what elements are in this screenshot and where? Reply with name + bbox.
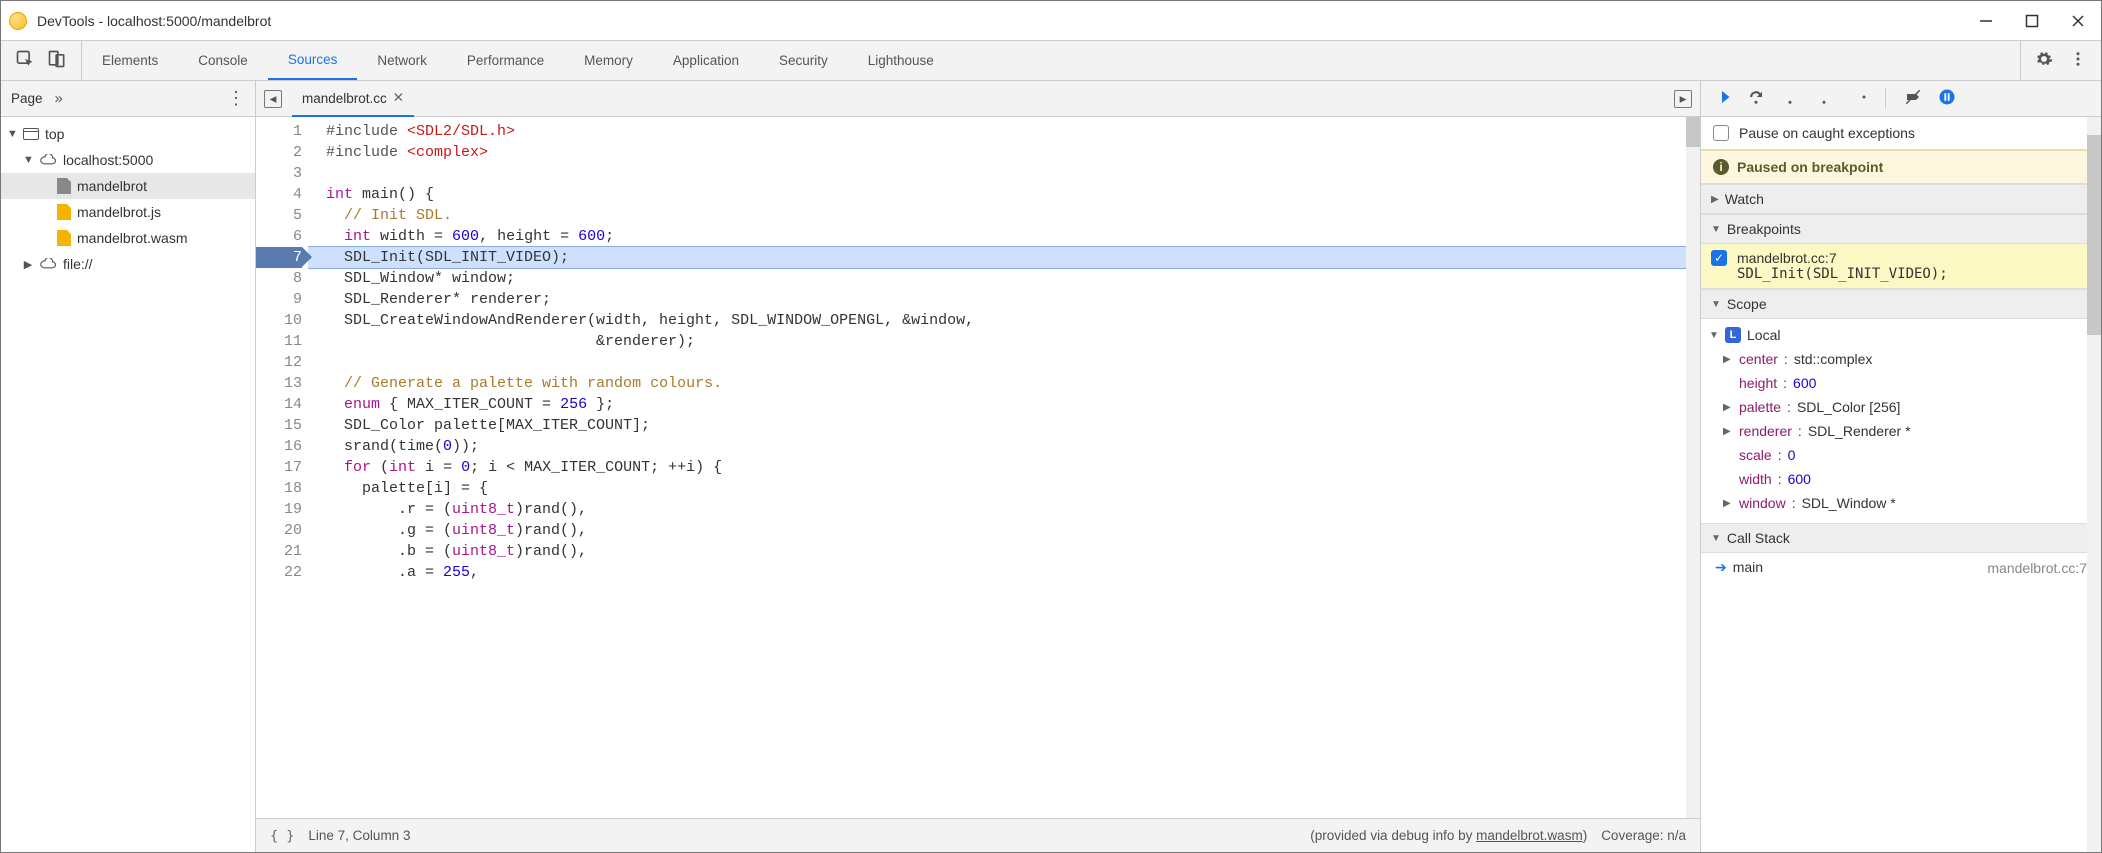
tab-lighthouse[interactable]: Lighthouse [848,41,954,80]
pause-exceptions-icon[interactable] [1938,88,1956,109]
navigator-menu-icon[interactable]: ⋮ [227,88,245,109]
tree-node-host[interactable]: ▼ localhost:5000 [1,147,255,173]
info-icon: i [1713,159,1729,175]
editor-pane: ◂ mandelbrot.cc ✕ ▸ 12345678910111213141… [256,81,1701,852]
local-badge-icon: L [1725,327,1741,343]
tree-file-mandelbrot-js[interactable]: mandelbrot.js [1,199,255,225]
debuginfo-source: (provided via debug info by mandelbrot.w… [1310,828,1587,843]
cloud-icon [39,154,57,166]
tab-console[interactable]: Console [178,41,268,80]
file-icon [57,230,71,246]
kebab-menu-icon[interactable] [2069,50,2087,71]
main-area: Page » ⋮ ▼ top ▼ localhost:5000 mandelbr… [1,81,2101,852]
paused-status: i Paused on breakpoint [1701,150,2101,184]
scope-var-window[interactable]: ▶window: SDL_Window * [1709,491,2093,515]
window-title: DevTools - localhost:5000/mandelbrot [37,13,1977,29]
debugger-scrollbar[interactable] [2087,117,2101,852]
debuginfo-link[interactable]: mandelbrot.wasm [1476,828,1583,843]
tab-sources[interactable]: Sources [268,41,358,80]
breakpoint-item[interactable]: ✓mandelbrot.cc:7 SDL_Init(SDL_INIT_VIDEO… [1701,244,2101,289]
titlebar: DevTools - localhost:5000/mandelbrot [1,1,2101,41]
cursor-position: Line 7, Column 3 [308,828,410,843]
device-toggle-icon[interactable] [47,49,67,72]
coverage-label: Coverage: n/a [1601,828,1686,843]
tree-node-top[interactable]: ▼ top [1,121,255,147]
section-scope[interactable]: ▼Scope [1701,289,2101,319]
file-icon [57,204,71,220]
navigator-more-tabs-icon[interactable]: » [55,90,63,107]
step-out-icon[interactable] [1815,88,1833,109]
callstack-frame[interactable]: ➔main mandelbrot.cc:7 [1701,553,2101,582]
tree-file-mandelbrot[interactable]: mandelbrot [1,173,255,199]
scope-var-center[interactable]: ▶center: std::complex [1709,347,2093,371]
navigator-pane: Page » ⋮ ▼ top ▼ localhost:5000 mandelbr… [1,81,256,852]
tree-file-mandelbrot-wasm[interactable]: mandelbrot.wasm [1,225,255,251]
tab-network[interactable]: Network [357,41,447,80]
step-over-icon[interactable] [1747,88,1765,109]
pretty-print-icon[interactable]: { } [270,828,294,844]
section-watch[interactable]: ▶Watch [1701,184,2101,214]
section-breakpoints[interactable]: ▼Breakpoints [1701,214,2101,244]
nav-history-back-icon[interactable]: ◂ [264,90,282,108]
scope-var-scale[interactable]: scale: 0 [1709,443,2093,467]
scope-var-renderer[interactable]: ▶renderer: SDL_Renderer * [1709,419,2093,443]
close-button[interactable] [2069,12,2087,30]
nav-history-forward-icon[interactable]: ▸ [1674,90,1692,108]
code-area[interactable]: #include <SDL2/SDL.h>#include <complex> … [308,117,1686,818]
deactivate-breakpoints-icon[interactable] [1904,88,1922,109]
inspect-icon[interactable] [15,49,35,72]
tab-performance[interactable]: Performance [447,41,564,80]
section-callstack[interactable]: ▼Call Stack [1701,523,2101,553]
file-tree: ▼ top ▼ localhost:5000 mandelbrot mandel… [1,117,255,281]
pause-on-caught-row[interactable]: Pause on caught exceptions [1701,117,2101,150]
tab-application[interactable]: Application [653,41,759,80]
tab-memory[interactable]: Memory [564,41,653,80]
editor-statusbar: { } Line 7, Column 3 (provided via debug… [256,818,1700,852]
scope-var-palette[interactable]: ▶palette: SDL_Color [256] [1709,395,2093,419]
scope-var-width[interactable]: width: 600 [1709,467,2093,491]
window-icon [23,128,39,140]
settings-icon[interactable] [2035,50,2053,71]
file-icon [57,178,71,194]
checkbox-checked-icon[interactable]: ✓ [1711,250,1727,266]
minimize-button[interactable] [1977,12,1995,30]
devtools-app-icon [9,12,27,30]
scope-var-height[interactable]: height: 600 [1709,371,2093,395]
maximize-button[interactable] [2023,12,2041,30]
navigator-tab-page[interactable]: Page [11,91,43,106]
debugger-toolbar [1701,81,2101,117]
step-icon[interactable] [1849,88,1867,109]
step-into-icon[interactable] [1781,88,1799,109]
close-tab-icon[interactable]: ✕ [393,90,404,106]
debugger-pane: Pause on caught exceptions i Paused on b… [1701,81,2101,852]
resume-icon[interactable] [1713,88,1731,109]
editor-tab-mandelbrot[interactable]: mandelbrot.cc ✕ [292,82,414,117]
tree-node-file-scheme[interactable]: ▶ file:// [1,251,255,277]
tab-security[interactable]: Security [759,41,848,80]
scope-local[interactable]: ▼LLocal [1709,323,2093,347]
line-gutter[interactable]: 12345678910111213141516171819202122 [256,117,308,818]
main-toolbar: ElementsConsoleSourcesNetworkPerformance… [1,41,2101,81]
tab-elements[interactable]: Elements [82,41,178,80]
cloud-icon [39,258,57,270]
checkbox-unchecked-icon[interactable] [1713,125,1729,141]
editor-scrollbar[interactable] [1686,117,1700,818]
current-frame-icon: ➔ [1715,559,1727,575]
